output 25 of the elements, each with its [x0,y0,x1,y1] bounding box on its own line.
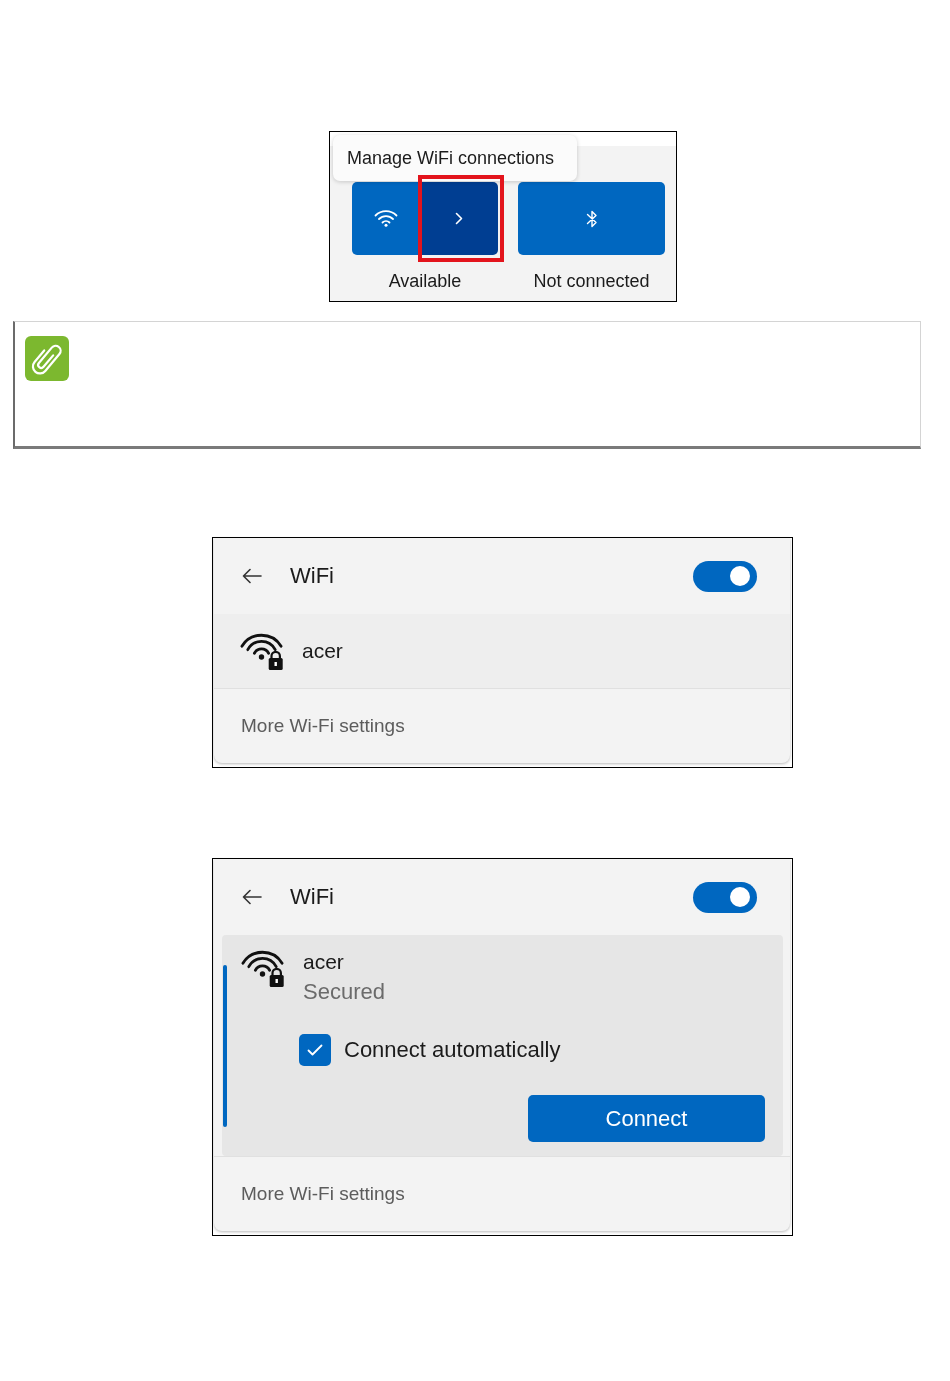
panel-title: WiFi [290,563,334,589]
checkbox[interactable] [299,1034,331,1066]
checkbox-label: Connect automatically [344,1037,561,1063]
settings-link[interactable]: More Wi-Fi settings [241,715,405,737]
back-arrow-icon[interactable] [242,889,262,905]
chevron-right-icon [455,212,463,225]
checkmark-icon [307,1044,323,1056]
back-arrow-icon[interactable] [242,568,262,584]
network-name: acer [303,949,344,975]
network-status: Secured [303,978,385,1006]
wifi-icon [374,210,398,227]
settings-link[interactable]: More Wi-Fi settings [241,1183,405,1205]
tile-label: Available [388,271,462,291]
connect-button[interactable]: Connect [528,1095,765,1142]
tooltip: Manage WiFi connections [333,135,577,181]
network-name: acer [302,638,343,664]
toggle-switch[interactable] [693,881,757,913]
paperclip-icon [25,336,69,381]
wifi-toggle-button[interactable] [352,182,420,255]
tile-label: Not connected [533,271,650,291]
toggle-switch[interactable] [693,560,757,592]
panel-title: WiFi [290,884,334,910]
network-item[interactable]: acer Secured Connect automatically Connect [222,935,783,1156]
bluetooth-icon [585,208,598,229]
network-item[interactable]: acer [214,614,790,688]
